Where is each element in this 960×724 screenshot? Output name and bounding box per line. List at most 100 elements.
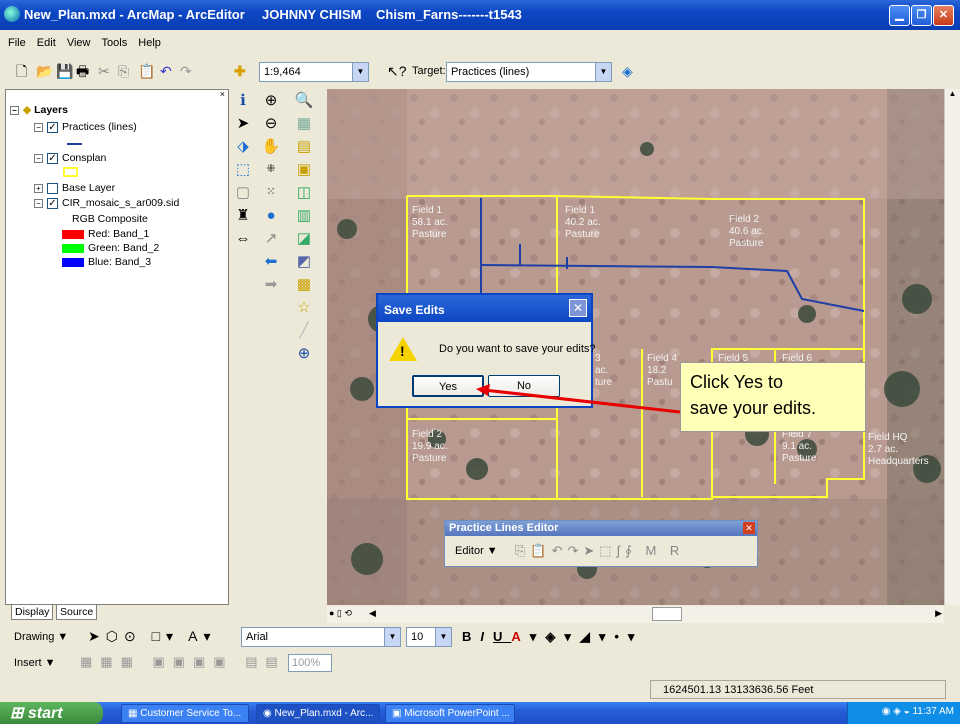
close-button[interactable]: ✕ [933, 5, 954, 26]
restore-button[interactable]: ❐ [911, 5, 932, 26]
layer-checkbox[interactable]: ✓ [47, 152, 58, 164]
chevron-down-icon[interactable]: ▼ [435, 628, 451, 646]
layout-icon-7[interactable]: ◩ [289, 250, 319, 273]
back-extent-icon[interactable]: ⬅ [258, 250, 284, 273]
vertical-scrollbar[interactable]: ▲ [944, 89, 960, 605]
scroll-thumb[interactable] [652, 607, 682, 621]
layer-checkbox[interactable]: ✓ [47, 197, 58, 209]
undo-icon[interactable]: ↶ [160, 64, 172, 78]
layout-view-icon[interactable]: ● ▯ ⟲ [329, 608, 352, 619]
georeference-icon[interactable]: ⊕ [289, 342, 319, 365]
find-icon[interactable]: ♜ [230, 204, 256, 227]
zoom-in-icon[interactable]: ⊕ [258, 89, 284, 112]
hyperlink-icon[interactable]: ↗ [258, 227, 284, 250]
toc-root[interactable]: − ◆ Layers [10, 104, 68, 116]
menu-file[interactable]: File [8, 37, 26, 49]
toc-layer-consplan[interactable]: − ✓ Consplan [34, 152, 106, 164]
fixed-zoom-in-icon[interactable]: ⁜ [258, 158, 284, 181]
text-format-icons[interactable]: BIUA▾◈▾◢▾•▾ [462, 629, 643, 645]
layer-checkbox[interactable]: ✓ [47, 121, 58, 133]
chevron-down-icon[interactable]: ▼ [384, 628, 400, 646]
layer-checkbox[interactable] [47, 182, 58, 194]
collapse-icon[interactable]: − [34, 198, 43, 208]
chevron-down-icon[interactable]: ▼ [595, 63, 611, 81]
cut-icon[interactable]: ✂ [98, 64, 110, 78]
layout-icon-4[interactable]: ◫ [289, 181, 319, 204]
close-icon[interactable]: ✕ [743, 522, 755, 534]
font-combo[interactable]: Arial ▼ [241, 627, 401, 647]
tab-source[interactable]: Source [56, 604, 98, 620]
toc-layer-practices[interactable]: − ✓ Practices (lines) [34, 121, 137, 133]
collapse-icon[interactable]: − [10, 105, 19, 115]
collapse-icon[interactable]: − [34, 153, 43, 163]
scale-combo[interactable]: 1:9,464 ▼ [259, 62, 369, 82]
full-extent-icon[interactable]: ● [258, 204, 284, 227]
search-icon[interactable]: 🔍 [289, 89, 319, 112]
tray-icons[interactable]: ◉ ◈ ◒ [882, 706, 913, 717]
scroll-right-icon[interactable]: ▶ [935, 608, 942, 619]
pan-icon[interactable]: ✋ [258, 135, 284, 158]
task-customer-service[interactable]: ▦ Customer Service To... [121, 704, 249, 723]
frame-icon[interactable]: ▢ [230, 181, 256, 204]
layout-icon-8[interactable]: ▩ [289, 273, 319, 296]
editor-menu[interactable]: Editor ▼ [455, 545, 498, 557]
save-icon[interactable]: 💾 [56, 64, 73, 78]
layout-icon-3[interactable]: ▣ [289, 158, 319, 181]
whats-this-icon[interactable]: ↖? [387, 64, 407, 78]
editor-toolbar-icon[interactable]: ◈ [622, 64, 633, 78]
insert-menu[interactable]: Insert ▼ [14, 657, 55, 669]
toc-layer-cir[interactable]: − ✓ CIR_mosaic_s_ar009.sid [34, 197, 179, 209]
insert-tool-icons[interactable]: ▦▦▦ ▣▣▣▣ ▤▤ [80, 654, 286, 670]
draw-tool-icons[interactable]: ➤⬡⊙ □▾ A▾ [88, 628, 217, 645]
layout-icon-1[interactable]: ▦ [289, 112, 319, 135]
measure-icon[interactable]: ⇔ [230, 227, 256, 250]
layout-icon-10[interactable]: ╱ [289, 319, 319, 342]
layout-icon-2[interactable]: ▤ [289, 135, 319, 158]
forward-extent-icon[interactable]: ➡ [258, 273, 284, 296]
start-button[interactable]: ⊞ start [0, 702, 103, 724]
layout-icon-6[interactable]: ◪ [289, 227, 319, 250]
title-bar[interactable]: New_Plan.mxd - ArcMap - ArcEditor JOHNNY… [0, 0, 960, 30]
scroll-left-icon[interactable]: ◀ [369, 608, 376, 619]
field-label: Field 7 9.1 ac. Pasture [782, 429, 817, 464]
size-combo[interactable]: 10 ▼ [406, 627, 452, 647]
menu-edit[interactable]: Edit [37, 37, 56, 49]
tab-display[interactable]: Display [11, 604, 54, 620]
menu-view[interactable]: View [67, 37, 91, 49]
toc-layer-base[interactable]: + Base Layer [34, 182, 115, 194]
scroll-up-icon[interactable]: ▲ [945, 89, 960, 103]
print-icon[interactable]: 🖶 [76, 64, 89, 78]
identify-icon[interactable]: ℹ [230, 89, 256, 112]
horizontal-scrollbar[interactable]: ● ▯ ⟲ ◀ ▶ [327, 606, 944, 623]
drawing-menu[interactable]: Drawing ▼ [14, 631, 68, 643]
close-icon[interactable]: ✕ [569, 299, 587, 317]
zoom-combo[interactable]: 100% [288, 654, 332, 672]
redo-icon[interactable]: ↷ [180, 64, 192, 78]
editor-tool-icons[interactable]: ⎘📋↶↷➤⬚∫∮ M R [515, 543, 684, 559]
minimize-button[interactable]: ▁ [889, 5, 910, 26]
menu-help[interactable]: Help [138, 37, 161, 49]
size-value: 10 [411, 631, 424, 643]
edit-vertex-icon[interactable]: ⬚ [230, 158, 256, 181]
add-data-icon[interactable]: ✚ [234, 64, 246, 78]
collapse-icon[interactable]: − [34, 122, 43, 132]
chevron-down-icon[interactable]: ▼ [352, 63, 368, 81]
callout-box: Click Yes to save your edits. [680, 362, 866, 432]
select-features-icon[interactable]: ➤ [230, 112, 256, 135]
open-icon[interactable]: 📂 [36, 64, 53, 78]
menu-tools[interactable]: Tools [102, 37, 128, 49]
target-combo[interactable]: Practices (lines) ▼ [446, 62, 612, 82]
layout-icon-9[interactable]: ☆ [289, 296, 319, 319]
task-arcmap[interactable]: ◉ New_Plan.mxd - Arc... [256, 704, 380, 723]
copy-icon[interactable]: ⎘ [118, 64, 129, 78]
paste-icon[interactable]: 📋 [138, 64, 155, 78]
layout-icon-5[interactable]: ▥ [289, 204, 319, 227]
fixed-zoom-out-icon[interactable]: ⁙ [258, 181, 284, 204]
select-elements-icon[interactable]: ⬗ [230, 135, 256, 158]
close-icon[interactable]: × [220, 89, 225, 99]
expand-icon[interactable]: + [34, 183, 43, 193]
task-powerpoint[interactable]: ▣ Microsoft PowerPoint ... [385, 704, 515, 723]
layer-label: Base Layer [62, 182, 116, 194]
new-icon[interactable]: 🗋 [16, 64, 27, 78]
zoom-out-icon[interactable]: ⊖ [258, 112, 284, 135]
